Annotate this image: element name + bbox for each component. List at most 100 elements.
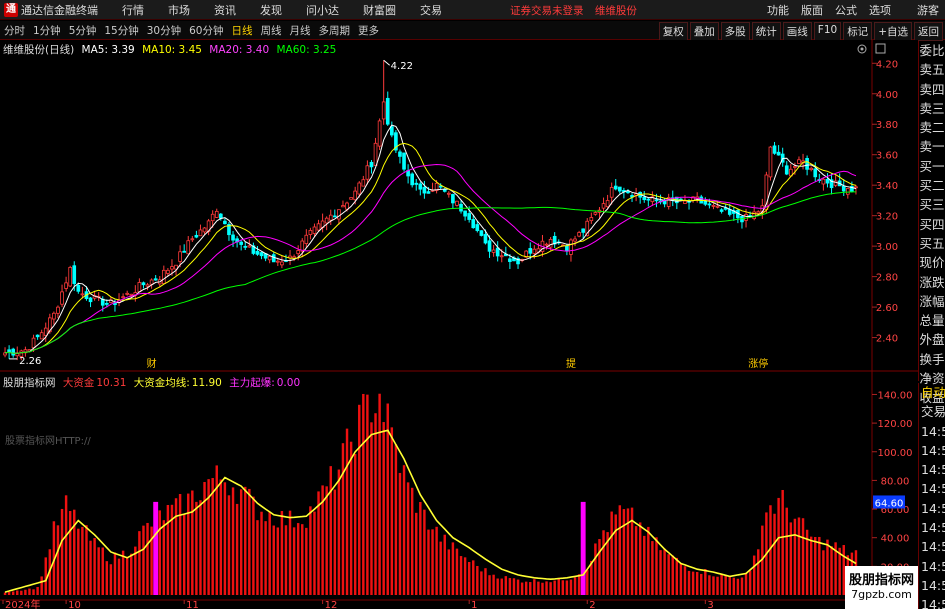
big-fund-bar xyxy=(268,512,271,595)
candle-body xyxy=(410,173,415,186)
settings-icon-dot xyxy=(860,47,864,51)
menu-jiaoyi[interactable]: 交易 xyxy=(408,2,454,18)
trade-label: 14:56 xyxy=(921,520,945,536)
big-fund-bar xyxy=(20,590,23,595)
candle-body xyxy=(528,248,533,254)
tab-daily[interactable]: 日线 xyxy=(228,23,257,38)
candle-body xyxy=(198,229,203,237)
burst-bar xyxy=(153,501,159,595)
big-fund-bar xyxy=(32,589,35,595)
fuquan-button[interactable]: 复权 xyxy=(658,22,688,41)
add-watchlist-button[interactable]: +自选 xyxy=(874,22,912,41)
tab-fenshi[interactable]: 分时 xyxy=(0,23,29,38)
candle-body xyxy=(626,190,630,194)
candle-body xyxy=(218,213,223,219)
candle-body xyxy=(508,258,512,262)
app-window: 通 通达信金融终端 行情 市场 资讯 发现 问小达 财富圈 交易 证券交易未登录… xyxy=(0,0,945,609)
quote-label: 买四 xyxy=(919,216,945,232)
big-fund-bar xyxy=(793,518,797,595)
candle-body xyxy=(646,198,651,201)
overlay-button[interactable]: 叠加 xyxy=(689,22,719,41)
big-fund-bar xyxy=(329,466,332,595)
status-notice: 证券交易未登录 维维股份 xyxy=(510,3,645,18)
tab-60min[interactable]: 60分钟 xyxy=(185,23,227,38)
trade-panel: 自动交易 14:56 14:56 14:56 14:56 14:56 14:56 14:56 1… xyxy=(918,383,945,609)
menu-bar: 通 通达信金融终端 行情 市场 资讯 发现 问小达 财富圈 交易 证券交易未登录… xyxy=(0,0,945,20)
big-fund-bar xyxy=(105,561,109,595)
big-fund-bar xyxy=(64,495,68,595)
stats-button[interactable]: 统计 xyxy=(751,22,781,41)
candle-body xyxy=(76,284,81,292)
tab-15min[interactable]: 15分钟 xyxy=(100,23,142,38)
big-fund-bar xyxy=(516,579,520,595)
candle-body xyxy=(813,168,818,178)
trade-label: 交易 xyxy=(921,404,945,420)
big-fund-bar xyxy=(113,552,117,595)
login-status[interactable]: 证券交易未登录 xyxy=(510,5,584,17)
candle-body xyxy=(361,179,366,187)
candle-body xyxy=(463,210,467,217)
indicator-tick-label: 120.00 xyxy=(878,419,913,430)
quote-label: 卖二 xyxy=(919,120,945,136)
tab-more[interactable]: 更多 xyxy=(354,23,383,38)
candle-body xyxy=(145,284,150,287)
price-tick-label: 3.60 xyxy=(876,151,898,162)
menu-zixun[interactable]: 资讯 xyxy=(202,2,248,18)
candle-body xyxy=(153,278,158,281)
big-fund-bar xyxy=(773,513,776,595)
menu-gongneng[interactable]: 功能 xyxy=(761,2,795,18)
quote-label: 委比 xyxy=(919,43,945,58)
multi-stock-button[interactable]: 多股 xyxy=(720,22,750,41)
chart-area[interactable]: 4.20 4.00 3.80 3.60 3.40 3.20 3.00 2.80 2.60 2.40… xyxy=(0,40,918,609)
candle-body xyxy=(768,146,773,178)
tab-monthly[interactable]: 月线 xyxy=(286,23,315,38)
candle-body xyxy=(613,185,618,190)
draw-line-button[interactable]: 画线 xyxy=(782,22,812,41)
candle-body xyxy=(483,234,488,244)
big-fund-bar xyxy=(382,422,385,595)
big-fund-bar xyxy=(398,472,402,595)
big-fund-bar xyxy=(44,557,47,595)
tab-5min[interactable]: 5分钟 xyxy=(65,23,101,38)
big-fund-bar xyxy=(695,571,699,595)
candle-body xyxy=(471,219,476,229)
big-fund-bar xyxy=(704,569,707,595)
menu-shichang[interactable]: 市场 xyxy=(156,2,202,18)
big-fund-bar xyxy=(822,550,825,595)
back-button[interactable]: 返回 xyxy=(914,22,943,41)
big-fund-bar xyxy=(643,535,646,595)
big-fund-bar xyxy=(227,495,231,595)
tab-1min[interactable]: 1分钟 xyxy=(29,23,65,38)
menu-xuanxiang[interactable]: 选项 xyxy=(863,2,897,18)
tab-30min[interactable]: 30分钟 xyxy=(143,23,185,38)
tab-weekly[interactable]: 周线 xyxy=(257,23,286,38)
big-fund-bar xyxy=(203,482,206,595)
menu-wenxiaoda[interactable]: 问小达 xyxy=(294,2,351,18)
candle-body xyxy=(231,234,235,241)
f10-button[interactable]: F10 xyxy=(813,22,842,41)
menu-faxian[interactable]: 发现 xyxy=(248,2,294,18)
candle-body xyxy=(642,196,647,201)
candle-body xyxy=(31,337,36,349)
big-fund-bar xyxy=(16,590,19,595)
menu-caifuquan[interactable]: 财富圈 xyxy=(351,2,408,18)
big-fund-bar xyxy=(638,522,642,595)
big-fund-bar xyxy=(89,540,92,595)
menu-youke[interactable]: 游客 xyxy=(911,2,945,18)
low-label: 2.26 xyxy=(19,356,41,367)
indicator-tick-label: 80.00 xyxy=(881,476,910,487)
menu-banmian[interactable]: 版面 xyxy=(795,2,829,18)
candle-body xyxy=(548,239,553,248)
tab-multi-period[interactable]: 多周期 xyxy=(315,23,355,38)
big-fund-bar xyxy=(801,518,805,595)
big-fund-bar xyxy=(537,581,540,595)
big-fund-bar xyxy=(73,509,76,595)
price-legend: 维维股份(日线) MA5: 3.39 MA10: 3.45 MA20: 3.40… xyxy=(3,42,340,57)
ma20-legend: MA20: 3.40 xyxy=(209,44,270,56)
menu-gongshi[interactable]: 公式 xyxy=(829,2,863,18)
candle-body xyxy=(239,241,244,245)
menu-hangqing[interactable]: 行情 xyxy=(110,2,156,18)
mark-button[interactable]: 标记 xyxy=(843,22,873,41)
watermark-text: 股票指标网HTTP:// xyxy=(5,436,91,447)
candle-body xyxy=(589,217,594,222)
